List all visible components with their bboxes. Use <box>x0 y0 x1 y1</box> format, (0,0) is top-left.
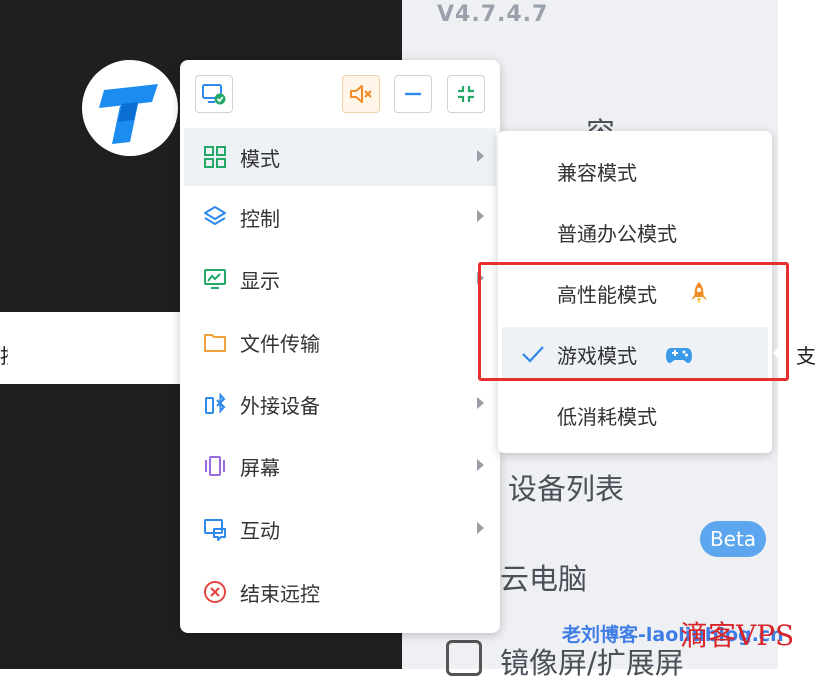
highlight-box <box>478 262 789 381</box>
submenu-item-low-power[interactable]: 低消耗模式 <box>498 388 772 442</box>
menu-item-label: 显示 <box>240 268 280 293</box>
submenu-item-compat[interactable]: 兼容模式 <box>498 144 772 198</box>
grid-icon <box>202 144 228 170</box>
shrink-button[interactable] <box>447 75 485 113</box>
chevron-right-icon <box>477 397 484 409</box>
chat-screen-icon <box>202 516 228 542</box>
menu-item-label: 文件传输 <box>240 331 320 356</box>
mirror-icon <box>446 640 482 676</box>
menu-item-display[interactable]: 显示 <box>184 250 496 308</box>
chevron-right-icon <box>477 459 484 471</box>
device-list-label[interactable]: 设备列表 <box>508 466 624 508</box>
watermark-overlay: 滴客VPS <box>680 619 795 652</box>
mute-button[interactable] <box>342 75 380 113</box>
submenu-item-label: 低消耗模式 <box>557 405 657 429</box>
screen-icon <box>202 453 228 479</box>
menu-item-label: 控制 <box>240 206 280 231</box>
menu-item-label: 屏幕 <box>240 455 280 480</box>
menu-item-screen[interactable]: 屏幕 <box>184 437 496 495</box>
layers-icon <box>202 204 228 230</box>
todesk-logo-icon <box>99 84 158 144</box>
submenu-item-label: 兼容模式 <box>557 161 637 185</box>
menu-item-end-remote[interactable]: 结束远控 <box>184 563 496 621</box>
menu-item-label: 模式 <box>240 146 280 171</box>
submenu-item-office[interactable]: 普通办公模式 <box>498 205 772 259</box>
menu-item-external-devices[interactable]: 外接设备 <box>184 375 496 433</box>
submenu-item-label: 普通办公模式 <box>557 222 677 246</box>
minimize-icon <box>405 92 421 96</box>
app-logo[interactable] <box>82 60 178 156</box>
cloud-pc-label[interactable]: 云电脑 <box>500 556 587 598</box>
monitor-check-icon <box>202 84 226 105</box>
chevron-right-icon <box>477 150 484 162</box>
chevron-right-icon <box>477 522 484 534</box>
remote-control-menu: 模式 控制 显示 文件传输 外接设备 屏幕 互动 结束远控 <box>180 60 500 633</box>
speaker-mute-icon <box>350 85 372 103</box>
menu-item-interaction[interactable]: 互动 <box>184 500 496 558</box>
chart-monitor-icon <box>202 266 228 292</box>
minimize-button[interactable] <box>394 75 432 113</box>
right-edge-text: 支 <box>796 344 816 368</box>
beta-badge: Beta <box>700 521 766 557</box>
display-status-button[interactable] <box>195 75 233 113</box>
menu-item-mode[interactable]: 模式 <box>184 128 496 186</box>
chevron-right-icon <box>477 210 484 222</box>
menu-item-label: 互动 <box>240 518 280 543</box>
close-circle-icon <box>202 579 228 605</box>
menu-item-file-transfer[interactable]: 文件传输 <box>184 313 496 371</box>
left-edge-text: 按 <box>0 340 8 369</box>
bluetooth-device-icon <box>202 391 228 417</box>
shrink-icon <box>458 86 474 102</box>
folder-icon <box>202 329 228 355</box>
menu-item-control[interactable]: 控制 <box>184 188 496 246</box>
menu-item-label: 结束远控 <box>240 581 320 606</box>
version-label: V4.7.4.7 <box>437 2 549 27</box>
menu-item-label: 外接设备 <box>240 393 320 418</box>
